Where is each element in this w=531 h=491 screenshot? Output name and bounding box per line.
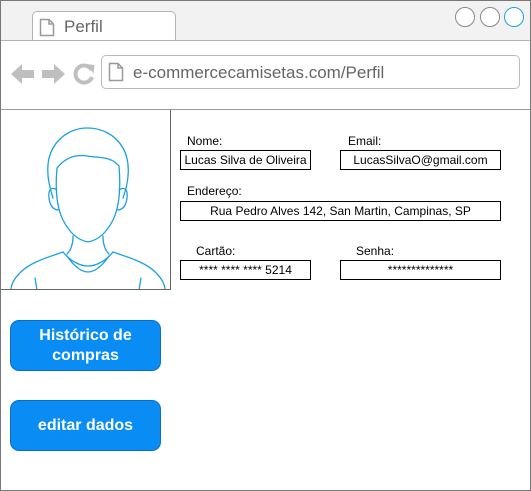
reload-icon[interactable] — [72, 62, 96, 86]
window-button-2[interactable] — [480, 7, 500, 27]
avatar-icon — [10, 127, 166, 289]
edit-data-button[interactable]: editar dados — [10, 400, 161, 451]
url-text: e-commercecamisetas.com/Perfil — [133, 63, 385, 82]
navigation-bar: e-commercecamisetas.com/Perfil — [1, 41, 530, 109]
document-icon — [39, 18, 55, 37]
address-label: Endereço: — [187, 184, 242, 198]
edit-data-label: editar dados — [37, 416, 134, 434]
card-field[interactable]: **** **** **** 5214 — [180, 260, 311, 280]
card-label: Cartão: — [196, 244, 236, 258]
browser-tab[interactable]: Perfil — [32, 11, 176, 41]
purchase-history-label: Histórico de compras — [39, 326, 132, 364]
address-bar[interactable]: e-commercecamisetas.com/Perfil — [101, 55, 520, 89]
forward-arrow-icon[interactable] — [41, 63, 65, 85]
back-arrow-icon[interactable] — [11, 63, 35, 85]
email-label: Email: — [348, 134, 382, 148]
purchase-history-button[interactable]: Histórico de compras — [10, 320, 161, 371]
document-icon — [108, 62, 124, 82]
name-field[interactable]: Lucas Silva de Oliveira — [180, 150, 311, 170]
name-label: Nome: — [187, 134, 223, 148]
window-button-3[interactable] — [504, 7, 524, 27]
password-field[interactable]: ************** — [340, 260, 501, 280]
window-button-1[interactable] — [455, 7, 475, 27]
password-label: Senha: — [356, 244, 395, 258]
email-field[interactable]: LucasSilvaO@gmail.com — [340, 150, 501, 170]
tab-bar: Perfil — [1, 1, 530, 41]
address-field[interactable]: Rua Pedro Alves 142, San Martin, Campina… — [180, 201, 501, 221]
profile-picture — [1, 110, 171, 290]
tab-title: Perfil — [64, 17, 103, 36]
